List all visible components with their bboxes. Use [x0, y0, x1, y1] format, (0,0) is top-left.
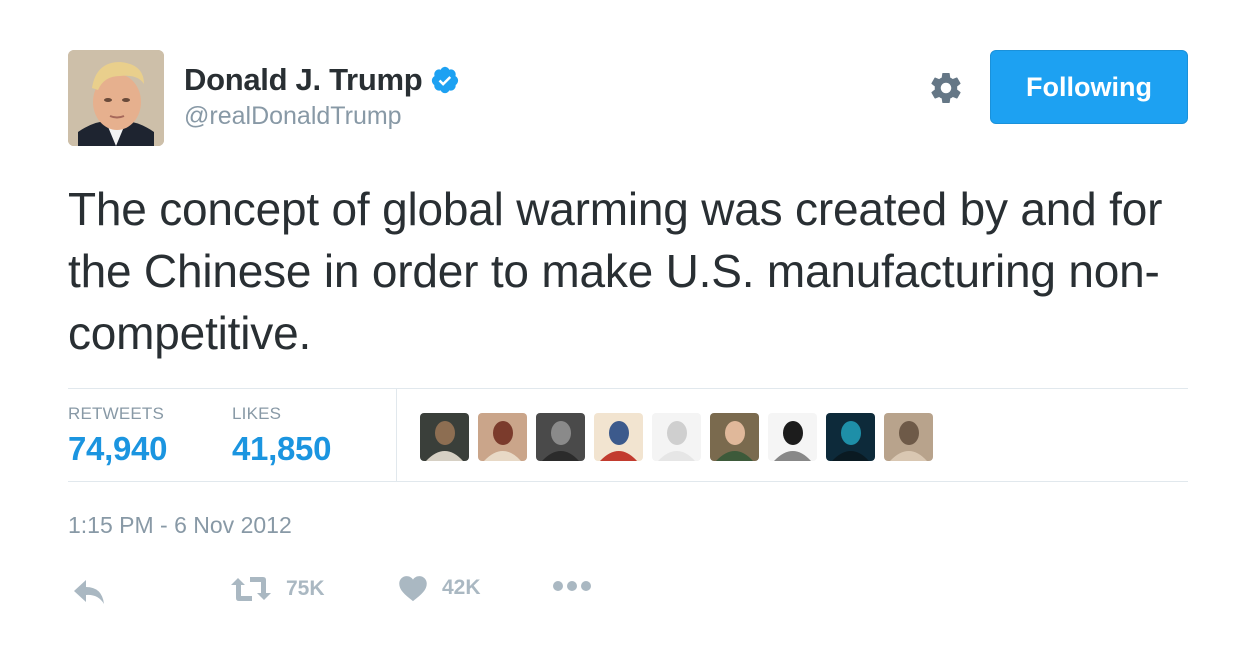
retweets-stat[interactable]: RETWEETS 74,940	[68, 404, 167, 468]
likers-avatars	[420, 413, 933, 461]
stats-divider	[396, 389, 397, 481]
likes-label: LIKES	[232, 404, 282, 423]
retweets-label: RETWEETS	[68, 404, 165, 423]
tweet-stats: RETWEETS 74,940 LIKES 41,850	[68, 388, 1188, 482]
liker-avatar[interactable]	[652, 413, 701, 461]
liker-avatar[interactable]	[768, 413, 817, 461]
author-name[interactable]: Donald J. Trump	[184, 62, 423, 98]
gear-icon[interactable]	[928, 70, 964, 106]
reply-button[interactable]	[72, 578, 106, 606]
tweet-header: Donald J. Trump @realDonaldTrump Followi…	[68, 50, 1188, 146]
reply-icon	[74, 580, 104, 604]
tweet-actions: 75K 42K	[68, 574, 668, 612]
liker-avatar[interactable]	[710, 413, 759, 461]
more-icon	[553, 581, 591, 591]
more-button[interactable]	[552, 580, 592, 592]
liker-avatar[interactable]	[884, 413, 933, 461]
avatar[interactable]	[68, 50, 164, 146]
likes-count: 41,850	[232, 430, 332, 467]
liker-avatar[interactable]	[536, 413, 585, 461]
likes-stat[interactable]: LIKES 41,850	[232, 404, 331, 468]
avatar-image	[68, 50, 164, 146]
liker-avatar[interactable]	[826, 413, 875, 461]
tweet-text: The concept of global warming was create…	[68, 183, 1163, 359]
liker-avatar[interactable]	[478, 413, 527, 461]
author-handle[interactable]: @realDonaldTrump	[184, 102, 460, 131]
tweet-timestamp[interactable]: 1:15 PM - 6 Nov 2012	[68, 512, 292, 539]
verified-badge-icon	[430, 65, 460, 95]
retweets-count: 74,940	[68, 430, 168, 467]
heart-icon	[399, 576, 427, 602]
liker-avatar[interactable]	[594, 413, 643, 461]
fullname-row: Donald J. Trump	[184, 62, 460, 98]
author-block: Donald J. Trump @realDonaldTrump	[184, 62, 460, 131]
following-button[interactable]: Following	[990, 50, 1188, 124]
liker-avatar[interactable]	[420, 413, 469, 461]
like-button[interactable]: 42K	[398, 574, 481, 602]
retweet-button[interactable]: 75K	[230, 574, 325, 604]
retweet-count: 75K	[286, 577, 325, 600]
retweet-icon	[231, 577, 271, 601]
like-count: 42K	[442, 576, 481, 599]
